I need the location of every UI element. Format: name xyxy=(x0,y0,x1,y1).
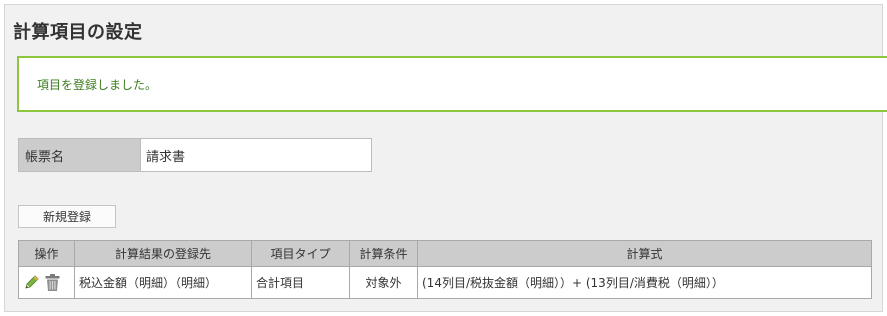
form-name-value: 請求書 xyxy=(141,139,371,171)
header-formula: 計算式 xyxy=(417,240,872,267)
condition-cell: 対象外 xyxy=(349,266,418,299)
page-title: 計算項目の設定 xyxy=(13,22,143,43)
settings-panel: 計算項目の設定 項目を登録しました。 帳票名 請求書 新規登録 操作 計算結果の… xyxy=(4,4,887,312)
item-type-cell: 合計項目 xyxy=(251,266,350,299)
table-row: 税込金額（明細）（明細） 合計項目 対象外 (14列目/税抜金額（明細））+ (… xyxy=(18,266,872,299)
notice-message: 項目を登録しました。 xyxy=(37,78,158,92)
form-name-label: 帳票名 xyxy=(19,139,141,171)
header-result-target: 計算結果の登録先 xyxy=(74,240,252,267)
calc-items-table: 操作 計算結果の登録先 項目タイプ 計算条件 計算式 税込金額（明細）（明細） … xyxy=(18,240,872,299)
formula-cell: (14列目/税抜金額（明細））+ (13列目/消費税（明細）） xyxy=(417,266,872,299)
operations-cell xyxy=(18,266,75,299)
success-notice: 項目を登録しました。 xyxy=(17,56,887,112)
new-register-button[interactable]: 新規登録 xyxy=(18,205,116,228)
header-item-type: 項目タイプ xyxy=(251,240,350,267)
table-header-row: 操作 計算結果の登録先 項目タイプ 計算条件 計算式 xyxy=(18,240,872,267)
trash-icon[interactable] xyxy=(44,273,61,292)
pencil-icon[interactable] xyxy=(23,274,40,291)
result-target-cell: 税込金額（明細）（明細） xyxy=(74,266,252,299)
form-name-row: 帳票名 請求書 xyxy=(18,138,372,172)
header-condition: 計算条件 xyxy=(349,240,418,267)
header-operations: 操作 xyxy=(18,240,75,267)
